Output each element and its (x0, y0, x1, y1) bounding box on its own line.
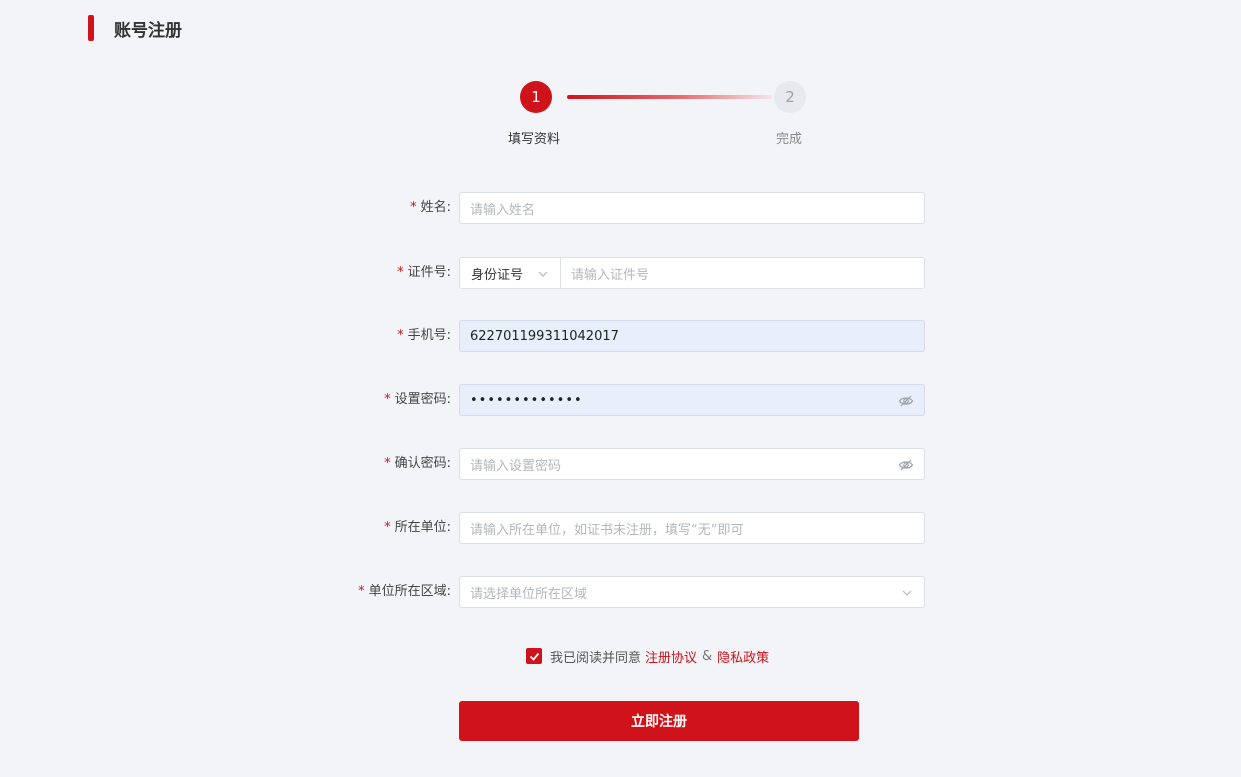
organization-placeholder: 请输入所在单位，如证书未注册，填写“无”即可 (470, 522, 744, 538)
phone-row: * 手机号: 622701199311042017 (0, 320, 1241, 352)
name-placeholder: 请输入姓名 (470, 202, 536, 218)
name-label: * 姓名: (410, 192, 451, 224)
required-mark: * (384, 392, 391, 407)
chevron-down-icon (538, 271, 548, 277)
agreement-ampersand: & (702, 648, 713, 664)
organization-input[interactable]: 请输入所在单位，如证书未注册，填写“无”即可 (459, 512, 925, 544)
agreement-checkbox[interactable] (526, 648, 542, 664)
required-mark: * (384, 456, 391, 471)
password-value: ••••••••••••• (470, 392, 583, 408)
id-type-select[interactable]: 身份证号 (460, 258, 561, 288)
id-number-label: * 证件号: (397, 257, 451, 289)
step-progress-line (567, 95, 772, 99)
id-number-row: * 证件号: 身份证号 请输入证件号 (0, 257, 1241, 289)
id-number-field: 身份证号 请输入证件号 (459, 257, 925, 289)
eye-hidden-icon[interactable] (898, 393, 914, 409)
required-mark: * (358, 584, 365, 599)
page-title: 账号注册 (114, 20, 182, 41)
password-input[interactable]: ••••••••••••• (459, 384, 925, 416)
step-indicator: 1 2 填写资料 完成 (0, 80, 1241, 160)
region-placeholder: 请选择单位所在区域 (470, 586, 588, 602)
step-2-label: 完成 (776, 132, 803, 147)
agreement-row: 我已阅读并同意 注册协议 & 隐私政策 (526, 647, 769, 666)
register-submit-button[interactable]: 立即注册 (459, 701, 859, 741)
chevron-down-icon (902, 590, 912, 596)
confirm-password-label-text: 确认密码: (394, 456, 451, 471)
register-agreement-link[interactable]: 注册协议 (645, 647, 697, 666)
privacy-policy-link[interactable]: 隐私政策 (717, 647, 769, 666)
id-number-input[interactable]: 请输入证件号 (561, 258, 924, 288)
name-row: * 姓名: 请输入姓名 (0, 192, 1241, 224)
phone-label-text: 手机号: (407, 328, 451, 343)
step-1-label: 填写资料 (508, 132, 561, 147)
header-accent-bar (88, 15, 94, 41)
agreement-text: 我已阅读并同意 (550, 650, 642, 666)
step-2-circle: 2 (774, 81, 806, 113)
phone-label: * 手机号: (397, 320, 451, 352)
required-mark: * (397, 265, 404, 280)
organization-label-text: 所在单位: (394, 520, 451, 535)
confirm-password-row: * 确认密码: 请输入设置密码 (0, 448, 1241, 480)
name-label-text: 姓名: (420, 200, 451, 215)
id-number-label-text: 证件号: (407, 265, 451, 280)
page-header: 账号注册 (88, 14, 182, 42)
name-input[interactable]: 请输入姓名 (459, 192, 925, 224)
step-1-circle: 1 (520, 81, 552, 113)
password-label-text: 设置密码: (394, 392, 451, 407)
region-select[interactable]: 请选择单位所在区域 (459, 576, 925, 608)
required-mark: * (397, 328, 404, 343)
password-label: * 设置密码: (384, 384, 451, 416)
phone-value: 622701199311042017 (470, 328, 619, 344)
region-label-text: 单位所在区域: (368, 584, 451, 599)
check-icon (529, 652, 539, 661)
required-mark: * (410, 200, 417, 215)
required-mark: * (384, 520, 391, 535)
confirm-password-placeholder: 请输入设置密码 (470, 458, 562, 474)
region-row: * 单位所在区域: 请选择单位所在区域 (0, 576, 1241, 608)
organization-label: * 所在单位: (384, 512, 451, 544)
confirm-password-input[interactable]: 请输入设置密码 (459, 448, 925, 480)
eye-hidden-icon[interactable] (898, 457, 914, 473)
confirm-password-label: * 确认密码: (384, 448, 451, 480)
id-number-placeholder: 请输入证件号 (571, 267, 650, 283)
id-type-value: 身份证号 (471, 267, 524, 283)
password-row: * 设置密码: ••••••••••••• (0, 384, 1241, 416)
region-label: * 单位所在区域: (358, 576, 451, 608)
register-page: 账号注册 1 2 填写资料 完成 * 姓名: 请输入姓名 * 证件号: 身份证号 请… (0, 0, 1241, 777)
phone-input[interactable]: 622701199311042017 (459, 320, 925, 352)
organization-row: * 所在单位: 请输入所在单位，如证书未注册，填写“无”即可 (0, 512, 1241, 544)
